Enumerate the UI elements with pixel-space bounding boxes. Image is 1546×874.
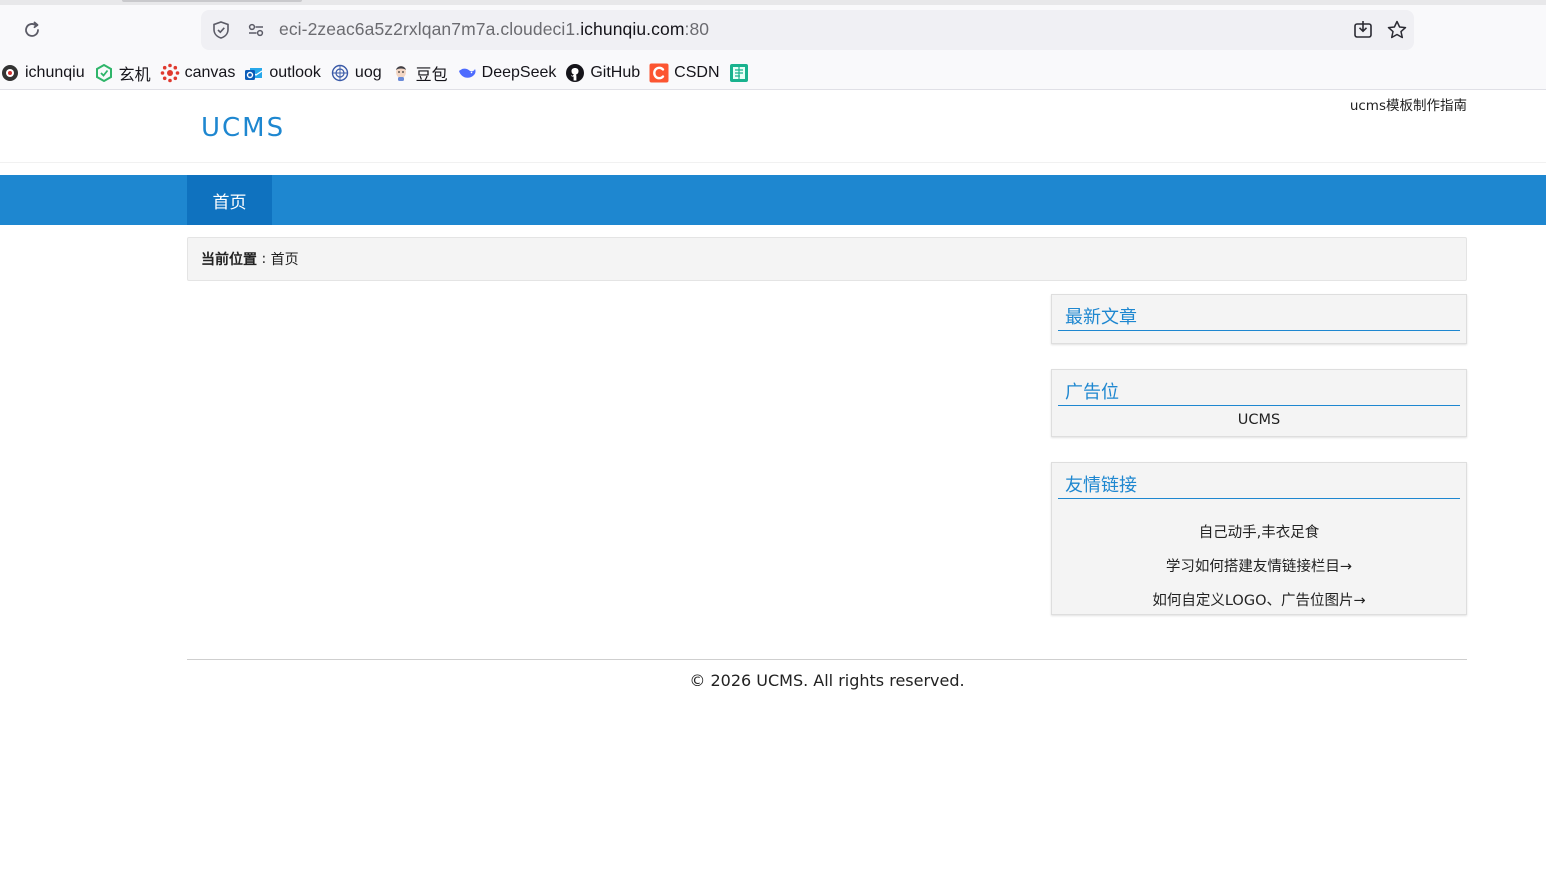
latest-articles-panel: 最新文章 — [1051, 294, 1467, 344]
bookmark-label: ichunqiu — [25, 63, 85, 81]
bookmark-label: DeepSeek — [481, 63, 557, 81]
bookmark-xuanji[interactable]: 玄机 — [94, 56, 151, 90]
friend-links-panel: 友情链接 自己动手,丰衣足食 学习如何搭建友情链接栏目→ 如何自定义LOGO、广… — [1051, 462, 1467, 615]
bookmark-label: CSDN — [674, 63, 720, 81]
bookmark-label: uog — [354, 63, 382, 81]
site-header: UCMS ucms模板制作指南 — [0, 91, 1546, 163]
friend-link[interactable]: 如何自定义LOGO、广告位图片→ — [1052, 589, 1466, 623]
breadcrumb-label: 当前位置 — [201, 252, 257, 268]
csdn-icon — [649, 63, 669, 83]
ad-panel: 广告位 UCMS — [1051, 369, 1467, 437]
site-logo[interactable]: UCMS — [201, 113, 285, 143]
bookmark-label: 玄机 — [118, 66, 151, 84]
uog-icon — [330, 63, 350, 83]
bookmark-outlook[interactable]: outlook — [244, 56, 321, 90]
breadcrumb-current: 首页 — [270, 252, 299, 268]
bookmark-doubao[interactable]: 豆包 — [391, 56, 448, 90]
save-page-icon[interactable] — [1352, 19, 1374, 41]
url-port: :80 — [684, 19, 710, 39]
ad-content[interactable]: UCMS — [1052, 412, 1466, 428]
breadcrumb: 当前位置 : 首页 — [187, 237, 1467, 281]
bookmark-label: outlook — [269, 63, 321, 81]
bookmark-notes[interactable] — [729, 56, 754, 90]
friend-links-list: 自己动手,丰衣足食 学习如何搭建友情链接栏目→ 如何自定义LOGO、广告位图片→ — [1052, 521, 1466, 623]
template-guide-link[interactable]: ucms模板制作指南 — [1350, 94, 1467, 114]
outlook-icon — [244, 63, 264, 83]
main-nav: 首页 — [0, 175, 1546, 225]
nav-item-home[interactable]: 首页 — [187, 175, 272, 225]
footer-divider — [187, 659, 1467, 660]
bookmark-csdn[interactable]: CSDN — [649, 56, 720, 90]
url-domain: ichunqiu.com — [580, 19, 685, 39]
bookmark-uog[interactable]: uog — [330, 56, 382, 90]
breadcrumb-separator: : — [257, 251, 271, 267]
bookmark-label: 豆包 — [415, 66, 448, 84]
ichunqiu-icon — [0, 63, 20, 83]
deepseek-icon — [457, 63, 477, 83]
friend-link[interactable]: 学习如何搭建友情链接栏目→ — [1052, 555, 1466, 589]
footer-copyright: © 2026 UCMS. All rights reserved. — [689, 671, 965, 690]
bookmarks-bar: ichunqiu 玄机 canvas outlook uog 豆包 DeepSe… — [0, 56, 1546, 90]
active-tab-edge[interactable] — [122, 0, 302, 2]
bookmark-canvas[interactable]: canvas — [160, 56, 236, 90]
star-icon[interactable] — [1386, 19, 1408, 41]
bookmark-label: GitHub — [590, 63, 641, 81]
bookmark-deepseek[interactable]: DeepSeek — [457, 56, 557, 90]
page-content: UCMS ucms模板制作指南 首页 当前位置 : 首页 最新文章 广告位 UC… — [0, 91, 1546, 874]
url-prefix: eci-2zeac6a5z2rxlqan7m7a.cloudeci1. — [279, 19, 581, 39]
github-icon — [565, 63, 585, 83]
bookmark-label: canvas — [184, 63, 236, 81]
friend-link[interactable]: 自己动手,丰衣足食 — [1052, 521, 1466, 555]
canvas-icon — [160, 63, 180, 83]
doubao-icon — [391, 63, 411, 83]
xuanji-icon — [94, 63, 114, 83]
permissions-icon[interactable] — [246, 20, 266, 40]
shield-icon[interactable] — [211, 20, 231, 40]
bookmark-ichunqiu[interactable]: ichunqiu — [0, 56, 85, 90]
reload-icon[interactable] — [20, 18, 44, 42]
friend-links-title: 友情链接 — [1058, 473, 1460, 499]
browser-toolbar: eci-2zeac6a5z2rxlqan7m7a.cloudeci1.ichun… — [0, 5, 1546, 56]
ad-panel-title: 广告位 — [1058, 380, 1460, 406]
address-bar[interactable]: eci-2zeac6a5z2rxlqan7m7a.cloudeci1.ichun… — [201, 10, 1414, 50]
latest-articles-title: 最新文章 — [1058, 305, 1460, 331]
url-text[interactable]: eci-2zeac6a5z2rxlqan7m7a.cloudeci1.ichun… — [279, 19, 709, 40]
bookmark-github[interactable]: GitHub — [565, 56, 640, 90]
notes-icon — [729, 63, 749, 83]
